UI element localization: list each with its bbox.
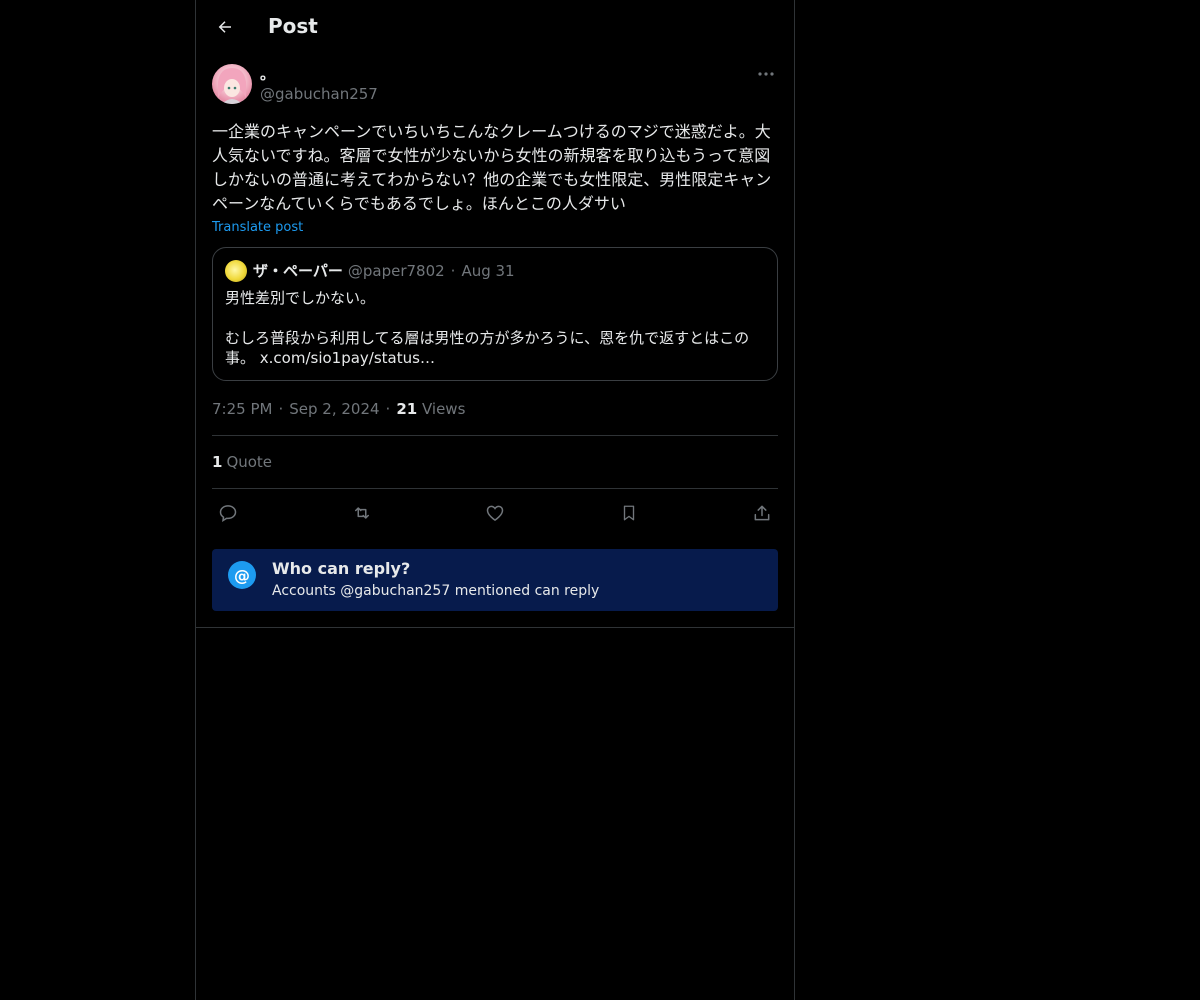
avatar-image-icon [218, 68, 246, 104]
views-count: 21 [396, 400, 418, 418]
like-icon [486, 505, 504, 521]
main-column: Post 。 @gabuchan257 一企業のキャンペーンでいちいちこんなクレ… [195, 0, 795, 1000]
post-date[interactable]: Sep 2, 2024 [289, 400, 379, 418]
mention-icon: @ [228, 561, 256, 589]
post-meta: 7:25 PM · Sep 2, 2024 · 21 Views [212, 399, 778, 436]
bookmark-button[interactable] [617, 501, 641, 525]
share-button[interactable] [750, 501, 774, 525]
bookmark-icon [623, 505, 634, 521]
quoted-post[interactable]: ザ・ペーパー @paper7802 · Aug 31 男性差別でしかない。 むし… [212, 247, 778, 381]
quote-separator: · [450, 262, 456, 280]
avatar[interactable] [212, 64, 252, 104]
post-time[interactable]: 7:25 PM [212, 400, 272, 418]
more-horizontal-icon [758, 72, 774, 76]
repost-icon [354, 507, 369, 519]
who-can-reply-subtitle: Accounts @gabuchan257 mentioned can repl… [272, 583, 600, 599]
author-display-name[interactable]: 。 [260, 64, 378, 84]
post-text: 一企業のキャンペーンでいちいちこんなクレームつけるのマジで迷惑だよ。大人気ないで… [212, 122, 772, 213]
quotes-label: Quote [226, 453, 273, 471]
author-handle[interactable]: @gabuchan257 [260, 84, 378, 104]
meta-separator: · [278, 400, 284, 418]
arrow-left-icon [218, 21, 231, 33]
action-bar [212, 489, 778, 537]
who-can-reply-box: @ Who can reply? Accounts @gabuchan257 m… [212, 549, 778, 611]
more-options-button[interactable] [754, 64, 778, 84]
quote-avatar [225, 260, 247, 282]
page-title: Post [268, 14, 318, 38]
views-label: Views [421, 400, 466, 418]
back-button[interactable] [208, 10, 242, 44]
reply-button[interactable] [216, 501, 240, 525]
quote-date: Aug 31 [461, 262, 515, 280]
share-icon [754, 505, 770, 521]
repost-button[interactable] [350, 501, 374, 525]
reply-icon [219, 505, 237, 522]
post: 。 @gabuchan257 一企業のキャンペーンでいちいちこんなクレームつける… [196, 54, 794, 628]
who-can-reply-title: Who can reply? [272, 559, 411, 578]
quote-author-name: ザ・ペーパー [253, 262, 343, 280]
meta-separator: · [385, 400, 391, 418]
translate-post-link[interactable]: Translate post [212, 220, 303, 235]
quotes-count: 1 [212, 453, 223, 471]
quote-body: 男性差別でしかない。 むしろ普段から利用してる層は男性の方が多かろうに、恩を仇で… [225, 289, 750, 367]
author-row: 。 @gabuchan257 [212, 64, 778, 108]
like-button[interactable] [483, 501, 507, 525]
quote-author-handle: @paper7802 [347, 262, 445, 280]
quotes-count-row[interactable]: 1 Quote [212, 436, 778, 489]
page-header: Post [196, 0, 794, 54]
